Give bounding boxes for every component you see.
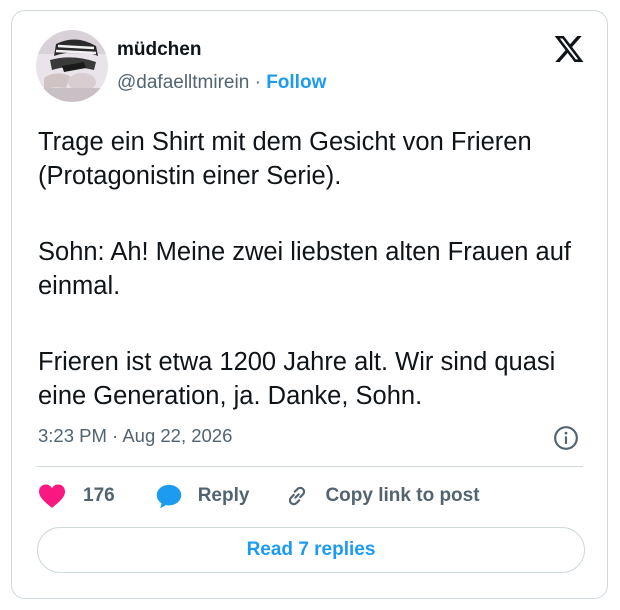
author-handle[interactable]: @dafaelltmirein <box>117 72 249 93</box>
author-name[interactable]: müdchen <box>117 39 201 61</box>
avatar-image <box>36 30 108 102</box>
reply-label: Reply <box>197 485 250 506</box>
copy-link-label: Copy link to post <box>325 485 480 506</box>
copy-link-button[interactable]: Copy link to post <box>284 483 480 509</box>
tweet-text: Trage ein Shirt mit dem Gesicht von Frie… <box>38 126 578 456</box>
like-count: 176 <box>83 485 115 506</box>
x-logo-icon[interactable] <box>553 33 585 65</box>
tweet-paragraph: Trage ein Shirt mit dem Gesicht von Frie… <box>38 128 532 190</box>
read-replies-button[interactable]: Read 7 replies <box>37 527 585 573</box>
avatar[interactable] <box>36 30 108 102</box>
action-bar: 176 Reply Copy link to post <box>37 481 480 511</box>
divider <box>37 466 583 467</box>
link-icon <box>289 486 306 506</box>
like-button[interactable]: 176 <box>37 483 115 509</box>
tweet-paragraph: Frieren ist etwa 1200 Jahre alt. Wir sin… <box>38 348 556 410</box>
handle-row: @dafaelltmirein · Follow <box>117 72 326 94</box>
tweet-card: müdchen @dafaelltmirein · Follow Trage e… <box>11 10 608 599</box>
separator-dot: · <box>254 72 261 93</box>
info-icon[interactable] <box>553 425 579 451</box>
speech-bubble-icon <box>156 484 181 509</box>
reply-button[interactable]: Reply <box>155 482 250 510</box>
read-replies-label: Read 7 replies <box>246 539 376 560</box>
follow-button[interactable]: Follow <box>266 72 326 93</box>
heart-icon <box>39 484 65 508</box>
tweet-paragraph: Sohn: Ah! Meine zwei liebsten alten Frau… <box>38 238 571 300</box>
tweet-timestamp[interactable]: 3:23 PM · Aug 22, 2026 <box>38 425 232 447</box>
